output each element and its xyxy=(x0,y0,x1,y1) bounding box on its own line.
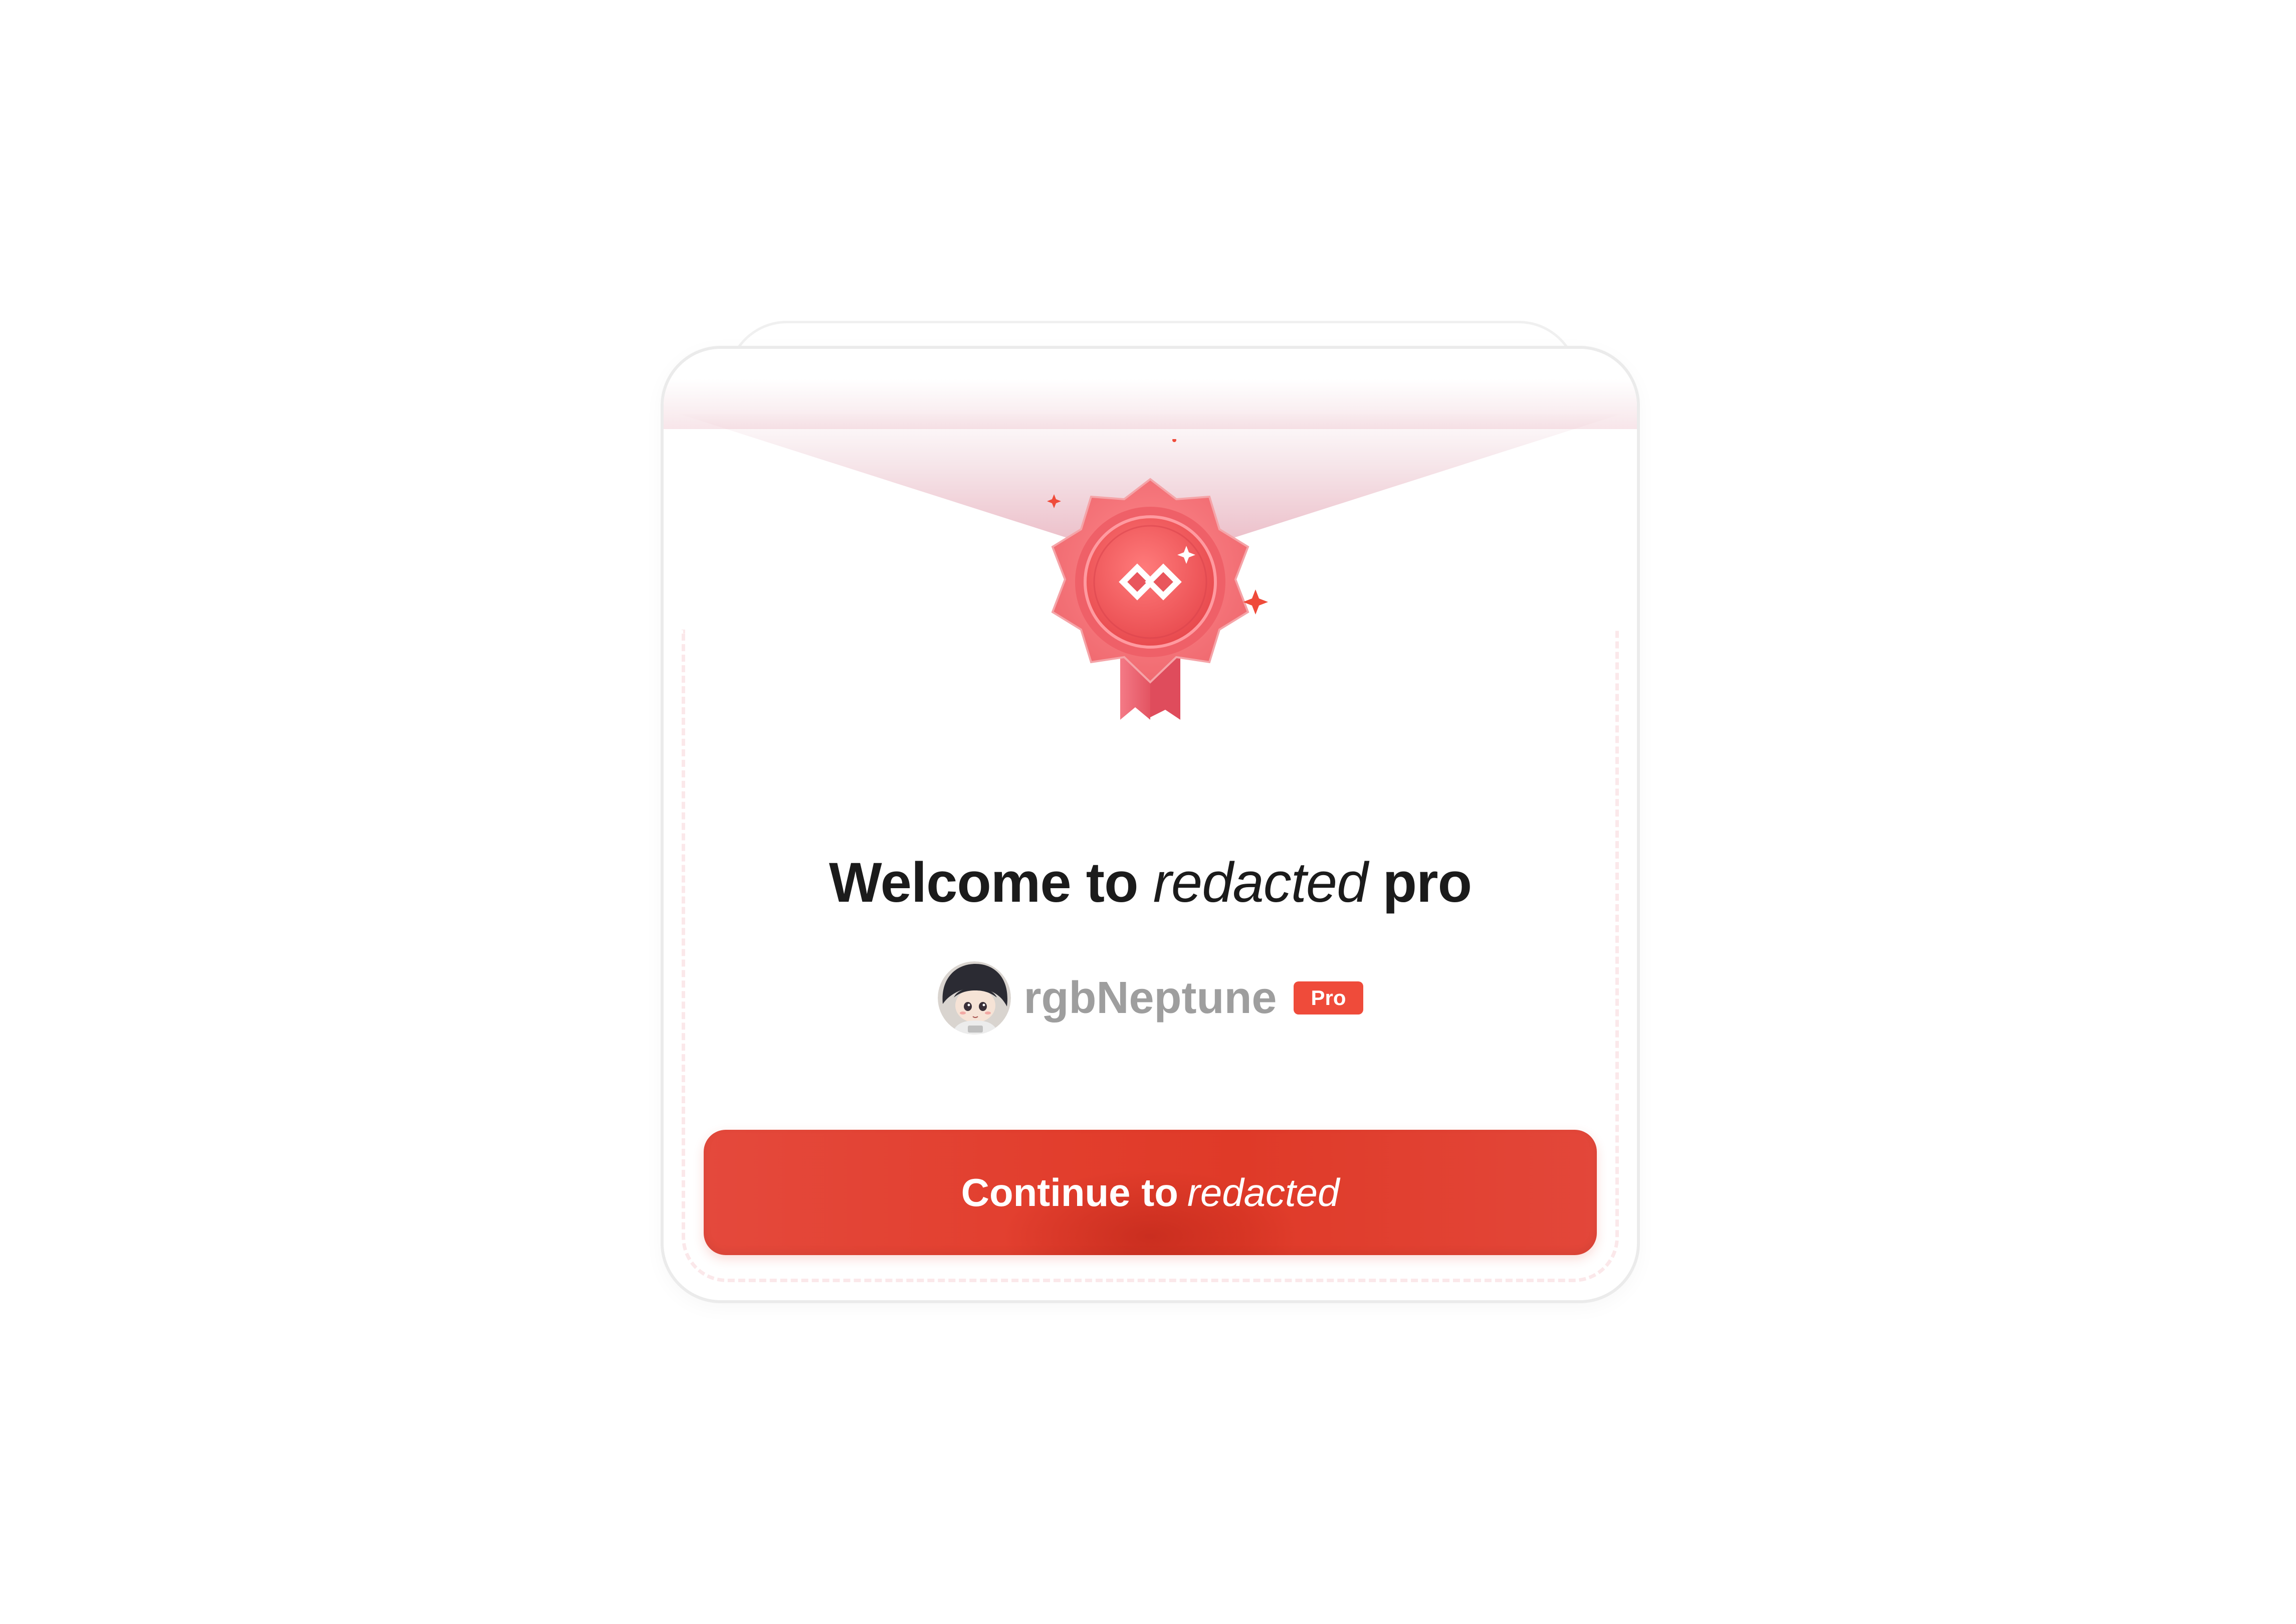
welcome-title-prefix: Welcome to xyxy=(828,851,1138,914)
award-medal-icon xyxy=(1047,439,1268,720)
welcome-card: Welcome to redacted pro rgbNeptune Pro C… xyxy=(661,346,1640,1303)
welcome-title-suffix: pro xyxy=(1382,851,1472,914)
welcome-title: Welcome to redacted pro xyxy=(664,850,1637,915)
welcome-title-brand: redacted xyxy=(1153,851,1368,914)
pro-plan-badge: Pro xyxy=(1294,981,1363,1014)
avatar xyxy=(937,961,1011,1035)
sparkle-icon xyxy=(1047,494,1061,508)
username: rgbNeptune xyxy=(1023,972,1277,1023)
continue-button-prefix: Continue to xyxy=(961,1170,1178,1214)
user-info: rgbNeptune Pro xyxy=(664,960,1637,1036)
continue-button[interactable]: Continue to redacted xyxy=(704,1130,1597,1255)
continue-button-brand: redacted xyxy=(1187,1170,1340,1214)
